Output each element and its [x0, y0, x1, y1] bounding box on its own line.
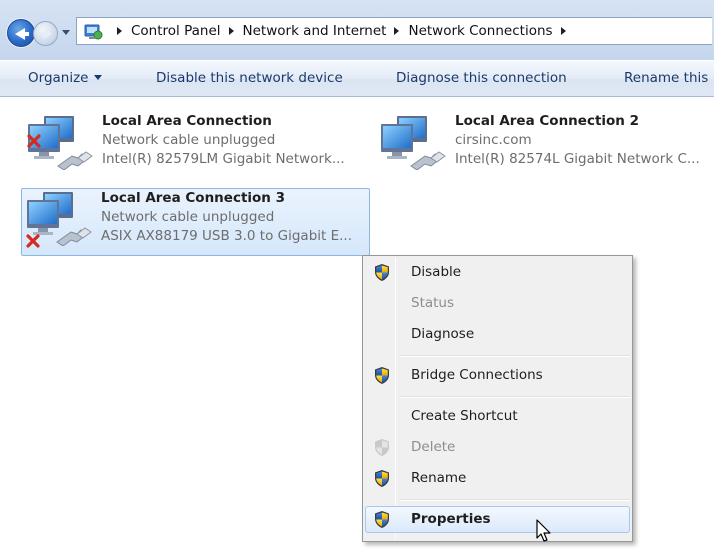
menu-item-label: Properties [411, 511, 491, 527]
connection-device: Intel(R) 82579LM Gigabit Network... [102, 151, 345, 167]
connection-name: Local Area Connection [102, 113, 272, 129]
menu-item-label: Rename [411, 470, 467, 486]
menu-item-label: Diagnose [411, 326, 475, 342]
breadcrumb-chevron-right-icon[interactable] [560, 27, 566, 35]
menu-item-label: Status [411, 295, 455, 311]
uac-shield-icon [373, 469, 391, 488]
menu-separator [399, 396, 630, 398]
connection-name: Local Area Connection 3 [101, 190, 286, 206]
menu-item-disable[interactable]: Disable [365, 259, 630, 286]
menu-item-delete: Delete [365, 434, 630, 461]
forward-arrow-icon[interactable] [33, 21, 58, 46]
connection-device: ASIX AX88179 USB 3.0 to Gigabit E... [101, 228, 353, 244]
menu-separator [399, 499, 630, 501]
menu-item-label: Delete [411, 439, 456, 455]
diagnose-connection-button[interactable]: Diagnose this connection [396, 70, 567, 86]
uac-shield-icon [373, 263, 391, 282]
connection-name: Local Area Connection 2 [455, 113, 640, 129]
menu-item-status: Status [365, 290, 630, 317]
address-bar: Control Panel Network and Internet Netwo… [0, 0, 714, 60]
breadcrumb-chevron-right-icon[interactable] [117, 27, 122, 35]
breadcrumb-chevron-right-icon[interactable] [394, 27, 400, 35]
context-menu: Disable Status Diagnose Bridge Connectio… [362, 255, 633, 542]
command-bar: Organize Disable this network device Dia… [0, 60, 714, 97]
menu-item-create-shortcut[interactable]: Create Shortcut [365, 403, 630, 430]
breadcrumb-network-and-internet[interactable]: Network and Internet [243, 23, 387, 39]
rename-connection-button[interactable]: Rename this [624, 70, 708, 86]
menu-item-label: Create Shortcut [411, 408, 518, 424]
breadcrumb-control-panel[interactable]: Control Panel [131, 23, 221, 39]
menu-separator [399, 355, 630, 357]
uac-shield-icon [373, 438, 391, 457]
connection-item-local-area-connection-3[interactable]: Local Area Connection 3 Network cable un… [21, 188, 370, 256]
menu-item-properties[interactable]: Properties [365, 506, 630, 533]
address-field[interactable]: Control Panel Network and Internet Netwo… [76, 17, 712, 45]
connection-device: Intel(R) 82574L Gigabit Network C... [455, 151, 700, 167]
breadcrumb: Control Panel Network and Internet Netwo… [109, 18, 575, 44]
menu-item-label: Bridge Connections [411, 367, 543, 383]
organize-label: Organize [28, 70, 89, 86]
connection-status: cirsinc.com [455, 132, 532, 148]
mouse-pointer-icon [536, 519, 551, 542]
network-adapter-icon [377, 114, 449, 170]
menu-item-bridge-connections[interactable]: Bridge Connections [365, 362, 630, 389]
menu-item-label: Disable [411, 264, 462, 280]
disable-network-device-button[interactable]: Disable this network device [156, 70, 343, 86]
connection-status: Network cable unplugged [102, 132, 276, 148]
menu-item-diagnose[interactable]: Diagnose [365, 321, 630, 348]
connection-item-local-area-connection[interactable]: Local Area Connection Network cable unpl… [22, 112, 362, 182]
control-panel-icon [84, 24, 103, 40]
breadcrumb-network-connections[interactable]: Network Connections [408, 23, 552, 39]
menu-item-rename[interactable]: Rename [365, 465, 630, 492]
uac-shield-icon [373, 366, 391, 385]
breadcrumb-chevron-right-icon[interactable] [228, 27, 234, 35]
back-arrow-icon[interactable] [7, 19, 35, 47]
connection-item-local-area-connection-2[interactable]: Local Area Connection 2 cirsinc.com Inte… [375, 112, 714, 182]
recent-pages-chevron-down-icon[interactable] [62, 30, 70, 35]
red-x-icon [27, 134, 41, 148]
uac-shield-icon [373, 510, 391, 529]
red-x-icon [26, 234, 40, 248]
connection-status: Network cable unplugged [101, 209, 275, 225]
organize-button[interactable]: Organize [28, 70, 103, 86]
chevron-down-icon [94, 75, 103, 80]
